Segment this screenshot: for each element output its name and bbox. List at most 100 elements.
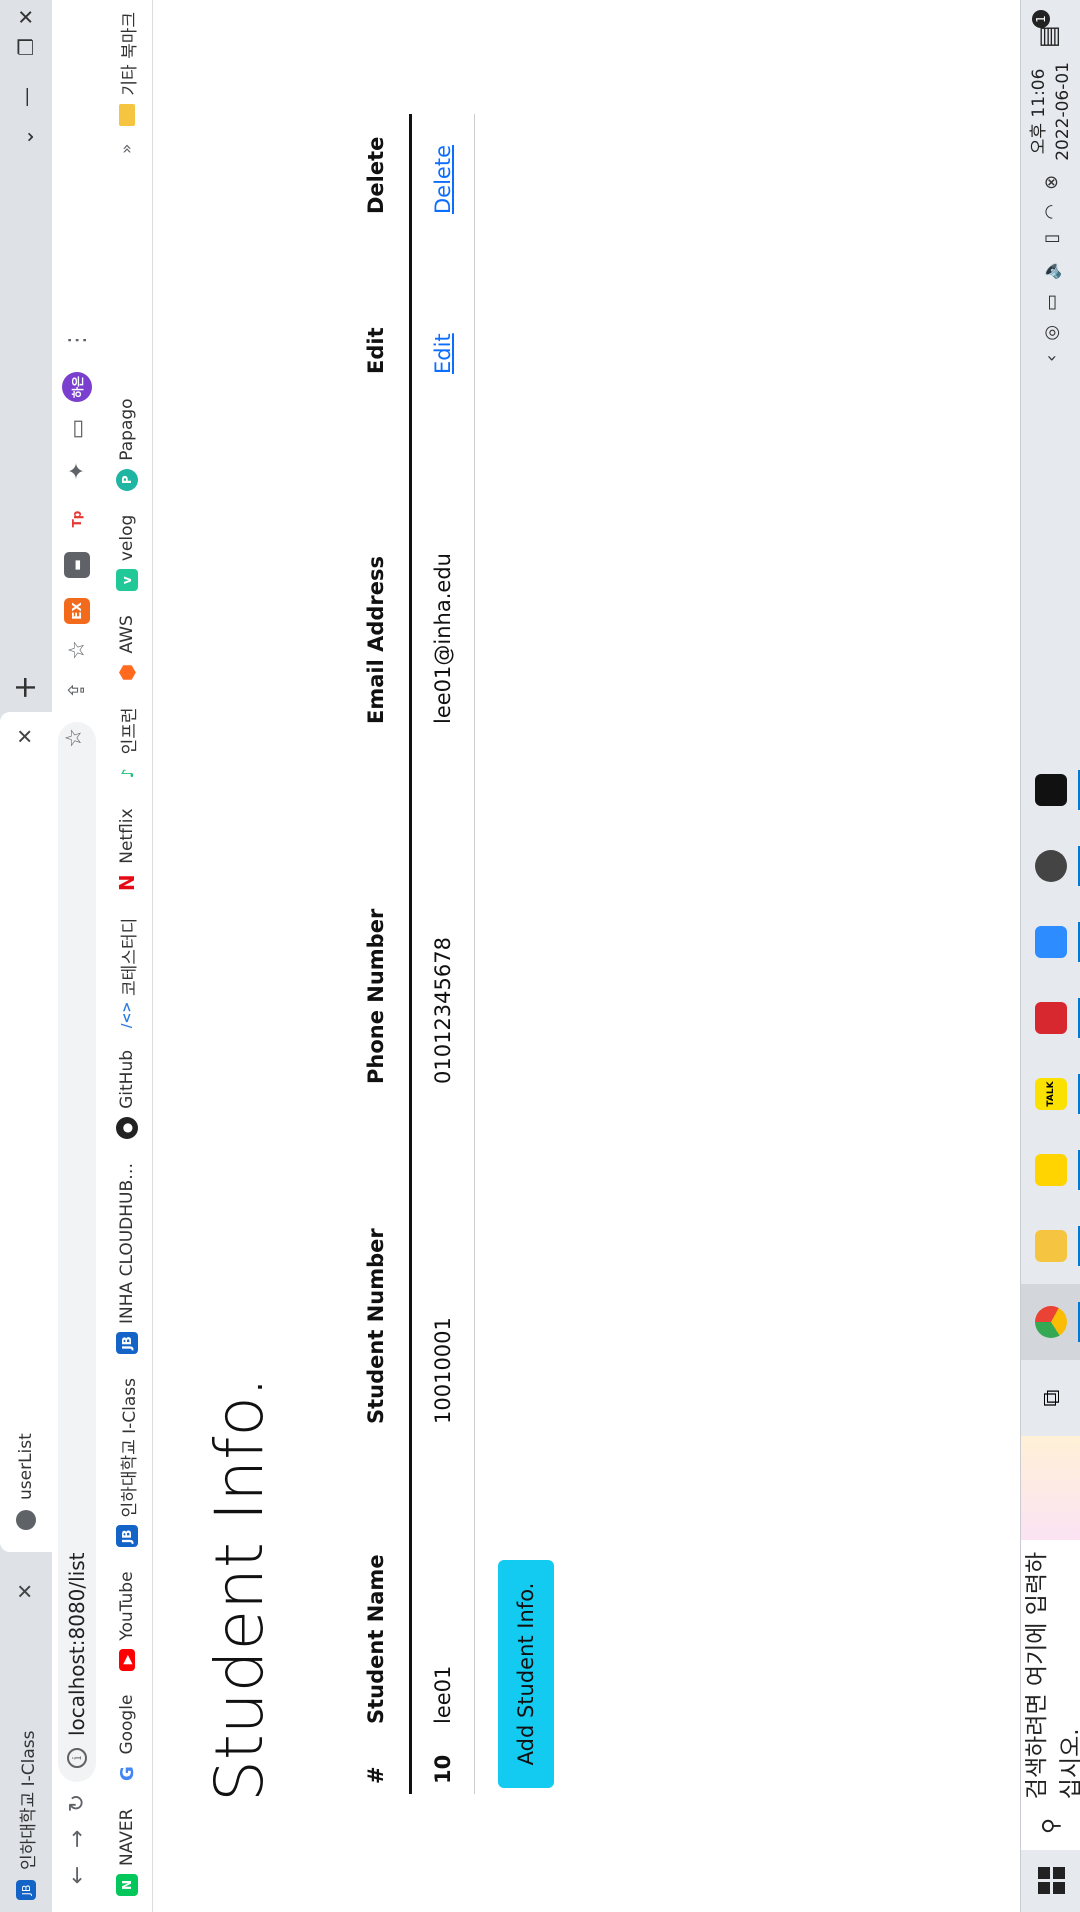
clock[interactable]: 오후 11:06 2022-06-01: [1027, 62, 1075, 161]
bookmark-label: AWS: [117, 615, 137, 654]
bookmark-youtube[interactable]: ▶ YouTube: [117, 1571, 137, 1671]
forward-button[interactable]: →: [60, 1822, 94, 1856]
tab-iclass[interactable]: JB 인하대학교 I-Class ✕: [0, 1567, 52, 1912]
bookmark-github[interactable]: ● GitHub: [116, 1050, 138, 1139]
taskbar-search-box[interactable]: ⚲ 검색하려면 여기에 입력하십시오.: [1021, 1539, 1080, 1850]
bookmark-code-study[interactable]: /<> 코테스터디: [115, 918, 140, 1028]
delete-link[interactable]: Delete: [431, 145, 455, 214]
more-menu-icon[interactable]: ⋮: [60, 323, 94, 357]
edit-link[interactable]: Edit: [431, 333, 455, 374]
extension-tp-icon[interactable]: Tp: [64, 506, 90, 532]
wifi-icon[interactable]: ◠: [1041, 204, 1062, 220]
camera-icon[interactable]: ◎: [1041, 325, 1062, 341]
bookmark-label: Netflix: [117, 808, 137, 864]
usb-icon[interactable]: ▭: [1041, 294, 1062, 311]
velog-icon: v: [116, 569, 138, 592]
site-info-icon[interactable]: i: [67, 1748, 87, 1768]
new-tab-button[interactable]: +: [8, 675, 43, 700]
minimize-button[interactable]: —: [0, 72, 52, 122]
taskbar-zoom[interactable]: [1021, 904, 1080, 980]
bookmark-aws[interactable]: ⬢ AWS: [115, 615, 139, 684]
bookmark-netflix[interactable]: N Netflix: [115, 808, 139, 894]
folder-icon: [1035, 1230, 1067, 1262]
code-icon: /<>: [116, 1002, 138, 1028]
taskbar-acrobat[interactable]: [1021, 980, 1080, 1056]
share-icon[interactable]: ⇪: [60, 673, 94, 707]
cell-phone: 01012345678: [410, 734, 475, 1094]
header-student-number: Student Number: [343, 1094, 411, 1434]
bookmark-google[interactable]: G Google: [116, 1695, 138, 1785]
papago-icon: P: [116, 468, 138, 491]
chevron-more-icon[interactable]: »: [117, 144, 137, 154]
puzzle-icon[interactable]: ✦: [60, 454, 94, 488]
clock-time: 오후 11:06: [1029, 68, 1049, 155]
back-button[interactable]: ←: [60, 1858, 94, 1892]
sidepanel-icon[interactable]: ▭: [60, 412, 94, 446]
youtube-icon: ▶: [119, 1648, 135, 1671]
tab-strip: JB 인하대학교 I-Class ✕ userList ✕ + ⌄ — ❐ ✕: [0, 0, 52, 1912]
volume-icon[interactable]: 🔈: [1041, 258, 1062, 280]
iclass-icon: JB: [116, 1525, 138, 1548]
bookmark-inflearn[interactable]: ♪ 인프런: [115, 707, 140, 785]
chevron-up-icon[interactable]: ‹: [1041, 355, 1062, 362]
reload-button[interactable]: ↻: [60, 1786, 94, 1820]
close-tab-icon[interactable]: ✕: [13, 1583, 37, 1600]
iclass-tab-icon: JB: [16, 1880, 36, 1900]
bookmark-iclass[interactable]: JB 인하대학교 I-Class: [115, 1377, 140, 1548]
tab-userlist[interactable]: userList ✕: [0, 712, 52, 1552]
notification-button[interactable]: ▤ 1: [1032, 10, 1068, 48]
chrome-icon: [1035, 1306, 1067, 1338]
profile-avatar[interactable]: 하은: [62, 372, 92, 402]
bookmark-cloudhub[interactable]: JB INHA CLOUDHUB…: [116, 1163, 138, 1354]
acrobat-icon: [1035, 1002, 1067, 1034]
url-text: localhost:8080/list: [65, 1552, 89, 1736]
error-x-icon[interactable]: ⊗: [1041, 175, 1062, 190]
search-highlight-image[interactable]: [1021, 1436, 1080, 1540]
bookmark-velog[interactable]: v velog: [116, 515, 138, 592]
search-icon: ⚲: [1038, 1817, 1064, 1834]
notification-badge: 1: [1032, 10, 1050, 28]
cell-number: 10010001: [410, 1094, 475, 1434]
task-view-icon: ⧉: [1037, 1389, 1065, 1407]
cell-delete: Delete: [410, 114, 475, 224]
bookmark-label: YouTube: [117, 1571, 137, 1641]
bookmark-naver[interactable]: N NAVER: [116, 1809, 138, 1896]
web-page: Student Info. # Student Name Student Num…: [153, 0, 1020, 1912]
table-row: 10 lee01 10010001 01012345678 lee01@inha…: [410, 114, 475, 1794]
close-window-button[interactable]: ✕: [0, 0, 52, 42]
cell-edit: Edit: [410, 224, 475, 384]
bookmark-label: NAVER: [117, 1808, 137, 1866]
add-student-button[interactable]: Add Student Info.: [498, 1560, 554, 1788]
taskbar-chrome[interactable]: [1021, 1284, 1080, 1360]
bookmarks-bar: N NAVER G Google ▶ YouTube JB 인하대학교 I-Class …: [102, 0, 153, 1912]
extension-gray-icon[interactable]: ▬: [64, 552, 90, 578]
terminal-icon: [1035, 774, 1067, 806]
search-placeholder: 검색하려면 여기에 입력하십시오.: [1024, 1551, 1080, 1800]
close-tab-icon[interactable]: ✕: [13, 728, 37, 745]
bookmark-papago[interactable]: P Papago: [116, 398, 138, 491]
gear-icon: [1035, 850, 1067, 882]
cloudhub-icon: JB: [116, 1331, 138, 1354]
taskbar-explorer[interactable]: [1021, 1208, 1080, 1284]
bookmark-label: 인하대학교 I-Class: [119, 1377, 140, 1518]
taskbar-settings-app[interactable]: [1021, 828, 1080, 904]
extension-ex-icon[interactable]: EX: [64, 598, 90, 624]
other-bookmarks[interactable]: » 기타 북마크: [102, 12, 152, 154]
task-view-button[interactable]: ⧉: [1021, 1360, 1080, 1436]
bookmark-label: Google: [117, 1694, 137, 1755]
folder-icon: [119, 103, 135, 126]
cell-email: lee01@inha.edu: [410, 384, 475, 734]
bookmark-star-icon[interactable]: ☆: [60, 633, 94, 667]
other-bookmarks-label: 기타 북마크: [119, 12, 140, 96]
table-header-row: # Student Name Student Number Phone Numb…: [343, 114, 411, 1794]
battery-icon[interactable]: ▯: [1041, 234, 1062, 244]
address-bar[interactable]: i localhost:8080/list ☆: [58, 722, 96, 1782]
taskbar-sticky-notes[interactable]: [1021, 1132, 1080, 1208]
header-delete: Delete: [343, 114, 411, 224]
page-title: Student Info.: [201, 1376, 278, 1802]
bookmark-star-icon[interactable]: ☆: [62, 728, 87, 748]
header-phone-number: Phone Number: [343, 734, 411, 1094]
taskbar-terminal[interactable]: [1021, 752, 1080, 828]
taskbar-kakaotalk[interactable]: TALK: [1021, 1056, 1080, 1132]
windows-start-button[interactable]: [1021, 1850, 1080, 1912]
